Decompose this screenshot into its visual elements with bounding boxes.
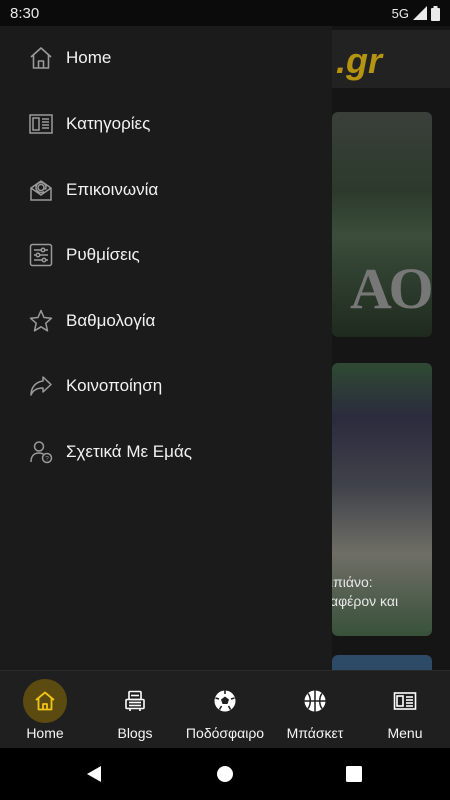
nav-icon-wrapper bbox=[293, 679, 337, 723]
home-icon bbox=[35, 691, 55, 711]
nav-icon-wrapper bbox=[113, 679, 157, 723]
drawer-item-rating[interactable]: Βαθμολογία bbox=[0, 296, 332, 346]
football-icon bbox=[214, 690, 236, 712]
back-icon bbox=[87, 766, 101, 782]
share-icon bbox=[30, 376, 52, 396]
back-button[interactable] bbox=[64, 748, 124, 800]
drawer-item-settings[interactable]: Ρυθμίσεις bbox=[0, 230, 332, 280]
drawer-item-label: Home bbox=[66, 48, 112, 67]
circle-home-icon bbox=[217, 766, 233, 782]
bottom-navigation: Home Blogs Ποδόσφαιρο Μπάσκετ Menu bbox=[0, 670, 450, 749]
basketball-icon bbox=[304, 690, 326, 712]
star-icon bbox=[29, 309, 53, 332]
drawer-item-label: Κατηγορίες bbox=[66, 114, 151, 133]
drawer-item-label: Βαθμολογία bbox=[66, 311, 156, 330]
status-time: 8:30 bbox=[10, 4, 40, 22]
drawer-item-contact[interactable]: Επικοινωνία bbox=[0, 165, 332, 215]
article-title-line-2: αφέρον και bbox=[330, 593, 399, 609]
drawer-item-label: Κοινοποίηση bbox=[66, 376, 163, 395]
bottom-nav-menu[interactable]: Menu bbox=[374, 671, 436, 749]
bottom-nav-label: Menu bbox=[387, 725, 423, 741]
card-image-text: ΑΟ bbox=[350, 256, 434, 321]
article-card-2-title: ιπιάνο: αφέρον και bbox=[330, 573, 398, 611]
contact-icon bbox=[30, 180, 52, 201]
bottom-nav-basketball[interactable]: Μπάσκετ bbox=[280, 671, 350, 749]
drawer-item-share[interactable]: Κοινοποίηση bbox=[0, 361, 332, 411]
signal-icon bbox=[413, 6, 427, 20]
bottom-nav-label: Blogs bbox=[117, 725, 153, 741]
blogs-icon bbox=[125, 690, 145, 711]
about-icon: ? bbox=[30, 441, 53, 464]
navigation-drawer: Home Κατηγορίες Επικοινωνία Ρυθμίσεις Βα… bbox=[0, 26, 332, 670]
drawer-item-label: Επικοινωνία bbox=[66, 180, 159, 199]
categories-icon bbox=[29, 114, 53, 134]
menu-icon bbox=[393, 692, 417, 710]
nav-icon-wrapper bbox=[203, 679, 247, 723]
drawer-item-home[interactable]: Home bbox=[0, 33, 332, 83]
active-indicator bbox=[23, 679, 67, 723]
recents-button[interactable] bbox=[324, 748, 384, 800]
drawer-item-label: Σχετικά Με Εμάς bbox=[66, 442, 192, 461]
network-type: 5G bbox=[391, 5, 409, 21]
square-recents-icon bbox=[346, 766, 362, 782]
nav-icon-wrapper bbox=[383, 679, 427, 723]
drawer-item-about[interactable]: ? Σχετικά Με Εμάς bbox=[0, 427, 332, 477]
bottom-nav-football[interactable]: Ποδόσφαιρο bbox=[180, 671, 270, 749]
status-bar: 8:30 5G bbox=[0, 0, 450, 26]
system-navigation-bar bbox=[0, 748, 450, 800]
bottom-nav-label: Ποδόσφαιρο bbox=[185, 725, 265, 741]
app-logo: .gr bbox=[336, 40, 383, 81]
status-icons: 5G bbox=[391, 5, 440, 21]
svg-text:?: ? bbox=[45, 456, 49, 463]
battery-icon bbox=[431, 5, 440, 21]
bottom-nav-label: Home bbox=[26, 725, 64, 741]
settings-icon bbox=[29, 243, 53, 267]
bottom-nav-blogs[interactable]: Blogs bbox=[104, 671, 166, 749]
home-icon bbox=[30, 47, 52, 69]
home-system-button[interactable] bbox=[195, 748, 255, 800]
drawer-item-label: Ρυθμίσεις bbox=[66, 245, 140, 264]
bottom-nav-label: Μπάσκετ bbox=[286, 725, 344, 741]
drawer-item-categories[interactable]: Κατηγορίες bbox=[0, 99, 332, 149]
bottom-nav-home[interactable]: Home bbox=[14, 671, 76, 749]
article-title-line-1: ιπιάνο: bbox=[330, 574, 373, 590]
